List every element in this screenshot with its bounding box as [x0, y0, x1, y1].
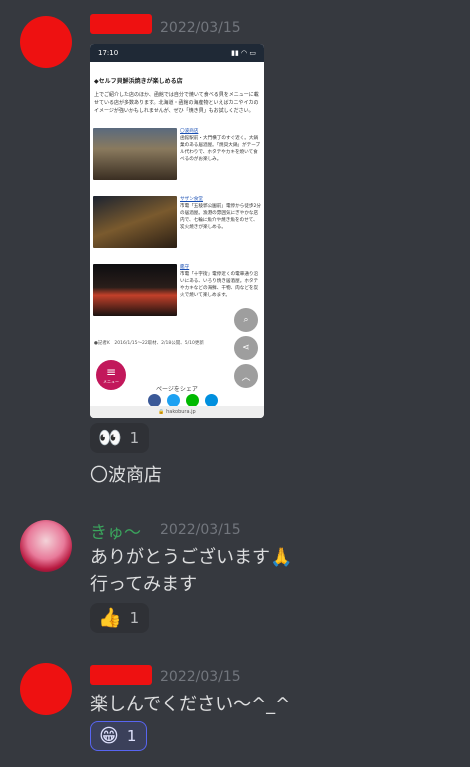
user-avatar-redacted[interactable]: [20, 663, 72, 715]
shop-entry-3: 鑑守 市電「十字街」電停近くの電車通り沿いにある、いろり焼き居酒屋。ホタテやカキ…: [93, 264, 262, 316]
message-group-1: 2022/03/15 17:10 ▮▮ ◠ ▭ ◆セルフ貝鮮浜焼きが楽しめる店 …: [0, 0, 470, 500]
message-timestamp: 2022/03/15: [160, 669, 241, 685]
reaction-count: 1: [126, 727, 137, 745]
message-group-3: 2022/03/15 楽しんでください〜^_^ 😁 1: [0, 655, 470, 765]
message-text-line-2: 行ってみます: [90, 574, 198, 595]
phone-status-icons: ▮▮ ◠ ▭: [231, 49, 256, 57]
shop-desc-1: 函館駅前・大門横丁のすぐ近く。大鍋業のある居酒屋。「焼貝大鍋」がテーブル代わりで…: [180, 136, 261, 162]
eyes-emoji-icon: 👀: [98, 426, 122, 449]
phone-status-time: 17:10: [98, 49, 119, 57]
message-text: 楽しんでください〜^_^: [90, 694, 291, 715]
username-kyu[interactable]: きゅ〜: [90, 518, 141, 543]
thumbs-up-emoji-icon: 👍: [98, 606, 122, 629]
shop-entry-2: サザン食堂 市電「五稜郭公園前」電停から徒歩2分の居酒屋。漁港の雰囲気にぎやかな…: [93, 196, 262, 248]
phone-share-button: ⋖: [234, 336, 258, 360]
username-redacted[interactable]: [90, 665, 152, 685]
share-page-heading: ページをシェア: [156, 386, 198, 393]
shop-link-1: 〇波商店: [180, 129, 199, 134]
shop-desc-2: 市電「五稜郭公園前」電停から徒歩2分の居酒屋。漁港の雰囲気にぎやかな店内で、七輪…: [180, 204, 262, 230]
message-timestamp: 2022/03/15: [160, 522, 241, 538]
shop-photo-2: [93, 196, 177, 248]
message-text-line-1: ありがとうございます🙏: [90, 547, 293, 568]
message-text: 〇波商店: [90, 465, 162, 486]
attached-screenshot-image[interactable]: 17:10 ▮▮ ◠ ▭ ◆セルフ貝鮮浜焼きが楽しめる店 上でご紹介した店のほか…: [90, 44, 264, 418]
shop-link-2: サザン食堂: [180, 197, 203, 202]
article-footer: ●記者K 2016/1/15〜22取材、2/18公開、5/10更新: [94, 341, 204, 346]
article-intro-text: 上でご紹介した店のほか、函館では自分で焼いて食べる貝をメニューに載せている店が多…: [94, 92, 259, 114]
user-avatar-kyu[interactable]: [20, 520, 72, 572]
shop-photo-1: [93, 128, 177, 180]
reaction-count: 1: [129, 609, 140, 627]
shop-desc-3: 市電「十字街」電停近くの電車通り沿いにある、いろり焼き居酒屋。ホタテやカキなどの…: [180, 272, 259, 298]
reaction-thumbs-up[interactable]: 👍 1: [90, 603, 150, 633]
article-section-title: ◆セルフ貝鮮浜焼きが楽しめる店: [94, 78, 183, 85]
chevron-up-icon: ︿: [241, 372, 251, 383]
user-avatar-redacted[interactable]: [20, 16, 72, 68]
reaction-eyes[interactable]: 👀 1: [90, 423, 150, 453]
grin-emoji-icon: 😁: [99, 724, 119, 747]
phone-url-bar: 🔒 hakobura.jp: [90, 406, 264, 418]
reaction-grin[interactable]: 😁 1: [90, 721, 148, 751]
username-redacted[interactable]: [90, 14, 152, 34]
phone-search-button: ⌕: [234, 308, 258, 332]
shop-entry-1: 〇波商店 函館駅前・大門横丁のすぐ近く。大鍋業のある居酒屋。「焼貝大鍋」がテーブ…: [93, 128, 262, 180]
message-timestamp: 2022/03/15: [160, 20, 241, 36]
share-icon: ⋖: [242, 343, 250, 353]
hamburger-icon: ≡: [105, 365, 117, 379]
message-group-2: きゅ〜 2022/03/15 ありがとうございます🙏 行ってみます 👍 1: [0, 510, 470, 640]
phone-status-bar: 17:10 ▮▮ ◠ ▭: [90, 44, 264, 62]
reaction-count: 1: [129, 429, 140, 447]
magnifier-icon: ⌕: [243, 315, 249, 325]
shop-link-3: 鑑守: [180, 265, 190, 270]
shop-photo-3: [93, 264, 177, 316]
